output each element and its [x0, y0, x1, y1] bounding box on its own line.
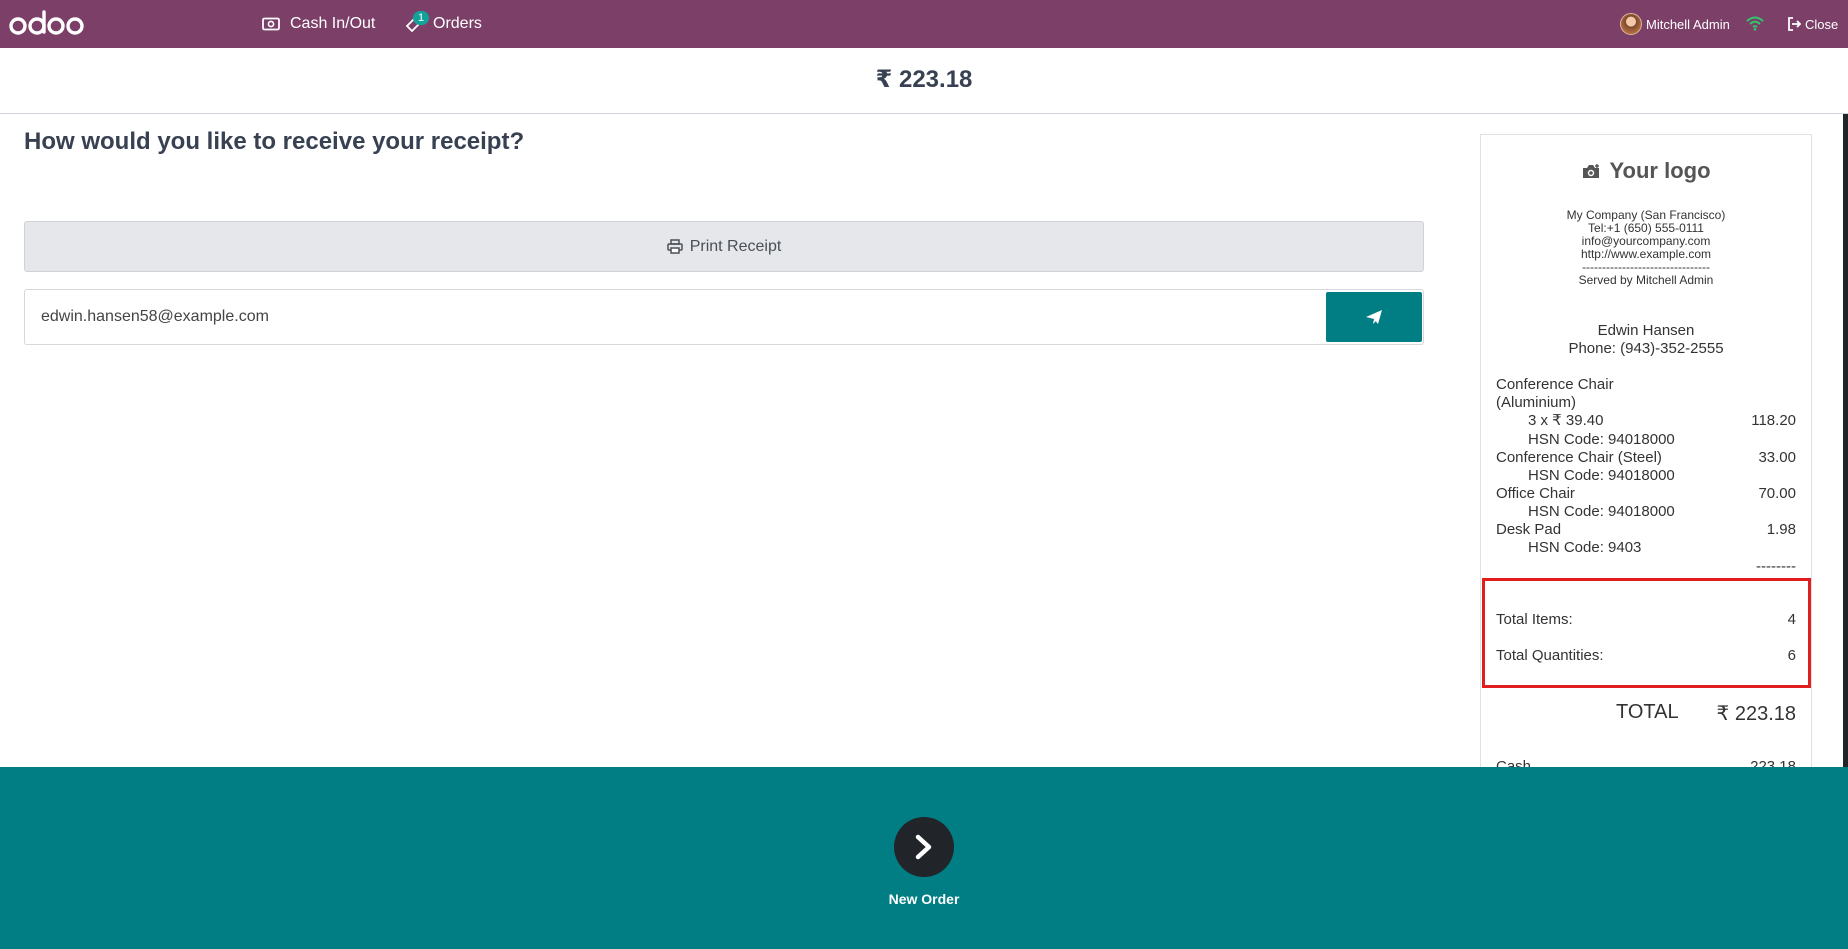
user-name: Mitchell Admin — [1646, 16, 1730, 32]
line-name: Desk Pad — [1496, 521, 1562, 538]
order-amount: ₹ 223.18 — [875, 66, 973, 93]
print-icon — [666, 239, 683, 254]
total-value: ₹ 223.18 — [1716, 703, 1796, 725]
line-name: Office Chair — [1496, 485, 1575, 502]
receipt-logo: Your logo — [1481, 158, 1811, 184]
orders-button[interactable]: 1 Orders — [405, 11, 482, 36]
receipt-line-name: (Aluminium) — [1496, 394, 1577, 411]
print-receipt-label: Print Receipt — [689, 237, 782, 255]
orders-count-badge: 1 — [413, 11, 430, 25]
odoo-logo[interactable] — [9, 10, 89, 38]
receipt-line-qty: 3 x ₹ 39.40 118.20 — [1496, 412, 1796, 430]
total-qty-label: Total Quantities: — [1496, 647, 1604, 664]
cash-in-out-label: Cash In/Out — [290, 15, 376, 32]
send-email-button[interactable] — [1326, 292, 1422, 342]
total-qty-value: 6 — [1787, 647, 1796, 664]
line-amount: 70.00 — [1758, 485, 1796, 502]
total-qty-row: Total Quantities: 6 — [1496, 647, 1796, 665]
footer-bar: New Order — [0, 767, 1848, 949]
new-order-button[interactable]: New Order — [0, 817, 1848, 907]
paper-plane-icon — [1366, 310, 1382, 324]
total-items-label: Total Items: — [1496, 611, 1573, 628]
new-order-circle[interactable] — [894, 817, 954, 877]
total-items-value: 4 — [1787, 611, 1796, 628]
receipt-total-row: TOTAL ₹ 223.18 — [1496, 701, 1796, 727]
scrollbar[interactable] — [1843, 114, 1848, 767]
served-by: Served by Mitchell Admin — [1578, 273, 1714, 287]
sign-out-icon — [1788, 17, 1802, 31]
line-amount: 33.00 — [1758, 449, 1796, 466]
hsn-code: HSN Code: 94018000 — [1528, 467, 1675, 484]
hsn-code: HSN Code: 9403 — [1528, 539, 1642, 556]
qty-price: 3 x ₹ 39.40 — [1528, 412, 1604, 429]
customer-info: Edwin Hansen Phone: (943)-352-2555 — [1481, 322, 1811, 358]
customer-phone: Phone: (943)-352-2555 — [1568, 340, 1724, 357]
wifi-icon — [1746, 16, 1764, 31]
camera-icon — [1583, 163, 1600, 178]
line-name: Conference Chair (Steel) — [1496, 449, 1662, 466]
new-order-label: New Order — [888, 891, 960, 907]
logo-text: Your logo — [1609, 158, 1711, 183]
close-button[interactable]: Close — [1787, 12, 1838, 36]
line-amount: 1.98 — [1766, 521, 1796, 538]
receipt-line: Desk Pad 1.98 — [1496, 521, 1796, 539]
receipt-preview: Your logo My Company (San Francisco) Tel… — [1480, 134, 1812, 814]
customer-name: Edwin Hansen — [1597, 322, 1695, 339]
receipt-question: How would you like to receive your recei… — [24, 128, 525, 155]
email-input[interactable] — [41, 290, 1321, 344]
company-info: My Company (San Francisco) Tel:+1 (650) … — [1481, 209, 1811, 287]
receipt-line-name: Conference Chair — [1496, 376, 1614, 393]
top-navbar: Cash In/Out 1 Orders Mitchell Admin Clos… — [0, 0, 1848, 48]
user-menu[interactable]: Mitchell Admin — [1620, 12, 1730, 36]
total-label: TOTAL — [1616, 701, 1679, 723]
avatar — [1620, 13, 1642, 35]
print-receipt-button[interactable]: Print Receipt — [24, 221, 1424, 272]
orders-label: Orders — [433, 15, 482, 32]
email-row — [24, 289, 1424, 345]
hsn-code: HSN Code: 94018000 — [1528, 503, 1675, 520]
chevron-right-icon — [915, 834, 932, 860]
hsn-code: HSN Code: 94018000 — [1528, 431, 1675, 448]
amount-header: ₹ 223.18 — [0, 48, 1848, 114]
line-amount: 118.20 — [1751, 412, 1796, 429]
receipt-line: Office Chair 70.00 — [1496, 485, 1796, 503]
receipt-line: Conference Chair (Steel) 33.00 — [1496, 449, 1796, 467]
close-label: Close — [1805, 16, 1839, 32]
money-icon — [262, 17, 280, 31]
dash-separator: -------- — [1756, 558, 1796, 575]
cash-in-out-button[interactable]: Cash In/Out — [262, 12, 375, 36]
total-items-row: Total Items: 4 — [1496, 611, 1796, 629]
